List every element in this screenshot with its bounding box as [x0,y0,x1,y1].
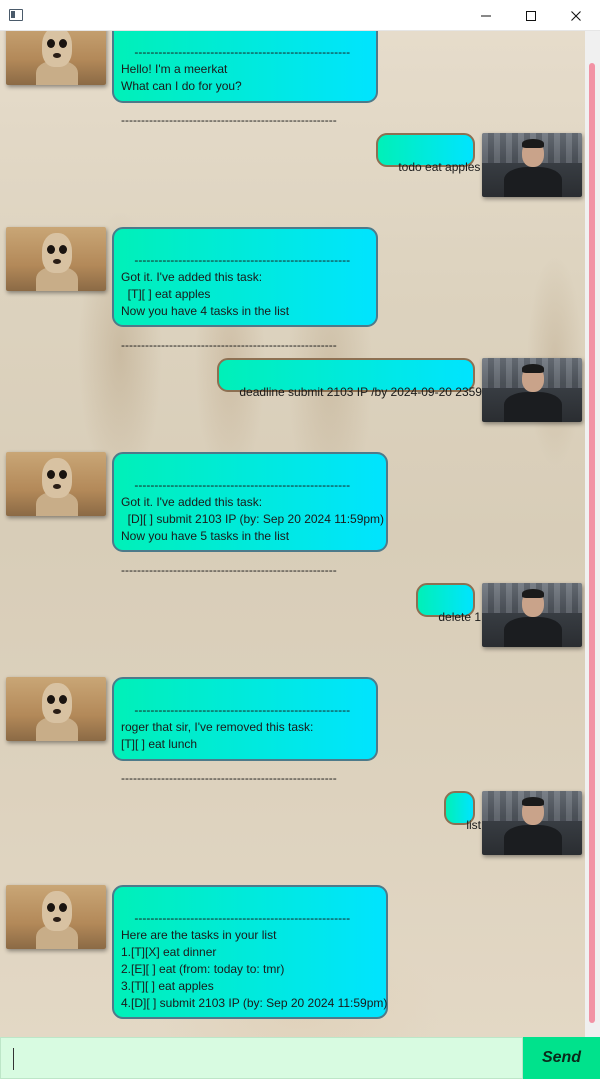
maximize-button[interactable] [508,0,554,31]
meerkat-avatar [6,31,106,85]
message-text: deadline submit 2103 IP /by 2024-09-20 2… [239,385,482,399]
chat-scroll-area[interactable]: ----------------------------------------… [0,31,600,1037]
user-avatar [482,358,582,422]
bot-message-bubble: ----------------------------------------… [112,227,378,352]
user-avatar [482,583,582,647]
message-text: ----------------------------------------… [121,703,351,785]
bot-message-bubble: ----------------------------------------… [112,31,378,127]
title-bar [0,0,600,31]
meerkat-avatar [6,452,106,516]
vertical-scrollbar[interactable] [585,31,600,1037]
minimize-icon [481,15,491,16]
message-text: ----------------------------------------… [121,478,385,577]
user-message-bubble: list [444,791,481,832]
meerkat-avatar [6,227,106,291]
bot-message-bubble: ----------------------------------------… [112,885,388,1037]
user-message-bubble: delete 1 [416,583,481,624]
close-button[interactable] [553,0,599,31]
bot-message-bubble: ----------------------------------------… [112,677,378,785]
text-caret [13,1048,14,1070]
user-message-bubble: deadline submit 2103 IP /by 2024-09-20 2… [217,358,482,399]
app-icon [9,9,23,21]
message-text: ----------------------------------------… [121,45,351,127]
close-icon [571,10,581,21]
message-text: ----------------------------------------… [121,253,351,352]
user-avatar [482,133,582,197]
message-text: todo eat apples [398,160,481,174]
maximize-icon [526,10,536,21]
message-text: ----------------------------------------… [121,911,388,1037]
user-avatar [482,791,582,855]
user-message-bubble: todo eat apples [376,133,480,174]
bot-message-bubble: ----------------------------------------… [112,452,388,577]
send-button-label: Send [541,1049,582,1066]
send-button[interactable]: Send [523,1037,600,1079]
minimize-button[interactable] [463,0,509,31]
scroll-thumb[interactable] [589,63,595,1023]
message-input[interactable] [0,1037,523,1079]
input-bar: Send [0,1037,600,1079]
meerkat-avatar [6,885,106,949]
message-text: list [466,818,482,832]
message-text: delete 1 [438,610,482,624]
meerkat-avatar [6,677,106,741]
